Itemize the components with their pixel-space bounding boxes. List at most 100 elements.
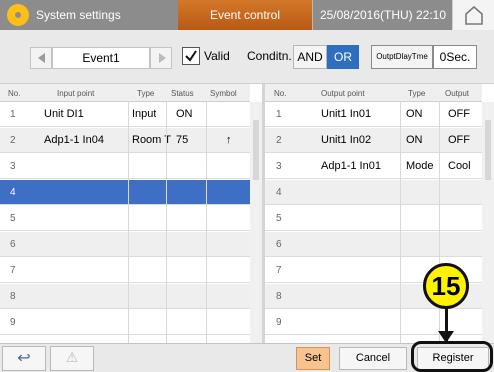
callout-highlight-ring <box>411 341 493 372</box>
cell-no: 5 <box>10 213 16 224</box>
valid-checkbox[interactable] <box>182 47 200 65</box>
col-header-no: No. <box>274 89 287 98</box>
home-icon <box>465 5 483 25</box>
input-table-row[interactable]: 4 <box>0 180 250 205</box>
output-delay-field[interactable]: 0Sec. <box>433 45 477 69</box>
col-header-input-point: Input point <box>57 89 95 98</box>
cell-no: 8 <box>276 291 282 302</box>
cell-no: 7 <box>10 265 16 276</box>
triangle-right-icon <box>159 53 166 63</box>
column-divider <box>166 102 167 343</box>
home-button[interactable] <box>452 0 494 30</box>
col-header-status: Status <box>171 89 194 98</box>
cell-no: 4 <box>276 187 282 198</box>
cancel-button[interactable]: Cancel <box>339 347 407 370</box>
input-table-row[interactable]: 7 <box>0 258 250 283</box>
callout-number-badge: 15 <box>423 263 469 309</box>
cell-input-point: Adp1-1 In04 <box>44 134 104 146</box>
input-table-header: No. Input point Type Status Symbol <box>0 84 250 102</box>
cell-no: 3 <box>276 161 282 172</box>
column-divider <box>128 102 129 343</box>
cell-type: ON <box>406 108 423 120</box>
cell-no: 1 <box>276 109 282 120</box>
col-header-no: No. <box>8 89 21 98</box>
cell-no: 2 <box>276 135 282 146</box>
column-divider <box>400 102 401 343</box>
and-button[interactable]: AND <box>293 45 327 69</box>
event-toolbar: Event1 Valid Conditn. AND OR OutptDlayTm… <box>0 30 494 84</box>
input-table-row[interactable]: 3 <box>0 154 250 179</box>
col-header-output-point: Output point <box>321 89 365 98</box>
input-table-row[interactable]: 5 <box>0 206 250 231</box>
cell-symbol: ↑ <box>226 134 232 146</box>
cell-no: 1 <box>10 109 16 120</box>
warning-button[interactable]: ⚠ <box>50 346 94 371</box>
back-arrow-icon: ↩ <box>17 348 31 367</box>
output-table-row[interactable]: 5 <box>265 206 482 231</box>
datetime: 25/08/2016(THU) 22:10 <box>319 8 447 22</box>
check-icon <box>185 50 197 62</box>
cell-output: OFF <box>448 108 470 120</box>
cell-no: 8 <box>10 291 16 302</box>
cell-no: 9 <box>10 317 16 328</box>
callout-arrow-head <box>438 331 454 343</box>
scrollbar-thumb[interactable] <box>253 120 259 180</box>
column-divider <box>206 102 207 343</box>
scrollbar-thumb[interactable] <box>485 120 491 180</box>
cell-output-point: Unit1 In02 <box>321 134 372 146</box>
next-event-button[interactable] <box>150 47 172 69</box>
col-header-output: Output <box>445 89 470 98</box>
input-table-row[interactable]: 6 <box>0 232 250 257</box>
cell-no: 5 <box>276 213 282 224</box>
gear-icon <box>7 4 29 26</box>
cell-output-point: Unit1 In01 <box>321 108 372 120</box>
cell-no: 3 <box>10 161 16 172</box>
back-button[interactable]: ↩ <box>2 346 46 371</box>
input-table-row[interactable]: 8 <box>0 284 250 309</box>
output-table-scrollbar[interactable] <box>482 102 494 343</box>
screen-title: Event control <box>209 8 281 22</box>
cell-status: ON <box>176 108 193 120</box>
col-header-symbol: Symbol <box>210 89 237 98</box>
col-header-type: Type <box>408 89 426 98</box>
event-name-field[interactable]: Event1 <box>52 47 150 69</box>
system-settings-tab[interactable]: System settings <box>0 0 178 30</box>
output-table-row[interactable]: 6 <box>265 232 482 257</box>
cell-no: 7 <box>276 265 282 276</box>
cell-status: 75 <box>176 134 189 146</box>
input-points-table: No. Input point Type Status Symbol 1 Unit… <box>0 84 262 343</box>
cell-no: 9 <box>276 317 282 328</box>
input-table-row[interactable]: 1 Unit DI1 Input ON <box>0 102 250 127</box>
cell-type: ON <box>406 134 423 146</box>
cell-no: 6 <box>276 239 282 250</box>
output-table-row[interactable]: 2 Unit1 In02 ON OFF <box>265 128 482 153</box>
valid-label: Valid <box>204 49 230 63</box>
prev-event-button[interactable] <box>30 47 52 69</box>
cell-input-point: Unit DI1 <box>44 108 84 120</box>
cell-no: 2 <box>10 135 16 146</box>
datetime-area: 25/08/2016(THU) 22:10 <box>312 0 452 30</box>
output-delay-label: OutptDlayTme <box>371 45 433 69</box>
input-table-row[interactable]: 2 Adp1-1 In04 Room T 75 ↑ <box>0 128 250 153</box>
cell-no: 6 <box>10 239 16 250</box>
cell-type: Mode <box>406 160 434 172</box>
cell-output-point: Adp1-1 In01 <box>321 160 381 172</box>
input-table-scrollbar[interactable] <box>250 102 262 343</box>
set-button[interactable]: Set <box>296 347 330 370</box>
output-table-row[interactable]: 1 Unit1 In01 ON OFF <box>265 102 482 127</box>
triangle-left-icon <box>38 53 45 63</box>
or-button[interactable]: OR <box>327 45 359 69</box>
col-header-type: Type <box>137 89 155 98</box>
warning-icon: ⚠ <box>65 350 79 366</box>
output-table-row[interactable]: 4 <box>265 180 482 205</box>
input-table-row[interactable]: 9 <box>0 310 250 335</box>
cell-no: 4 <box>10 187 16 198</box>
condition-label: Conditn. <box>247 49 292 63</box>
app-title: System settings <box>36 8 121 22</box>
cell-type: Input <box>132 108 157 120</box>
header-bar: System settings Event control 25/08/2016… <box>0 0 494 30</box>
output-table-header: No. Output point Type Output <box>265 84 482 102</box>
output-table-row[interactable]: 3 Adp1-1 In01 Mode Cool <box>265 154 482 179</box>
screen-title-area: Event control <box>178 0 312 30</box>
cell-output: Cool <box>448 160 471 172</box>
